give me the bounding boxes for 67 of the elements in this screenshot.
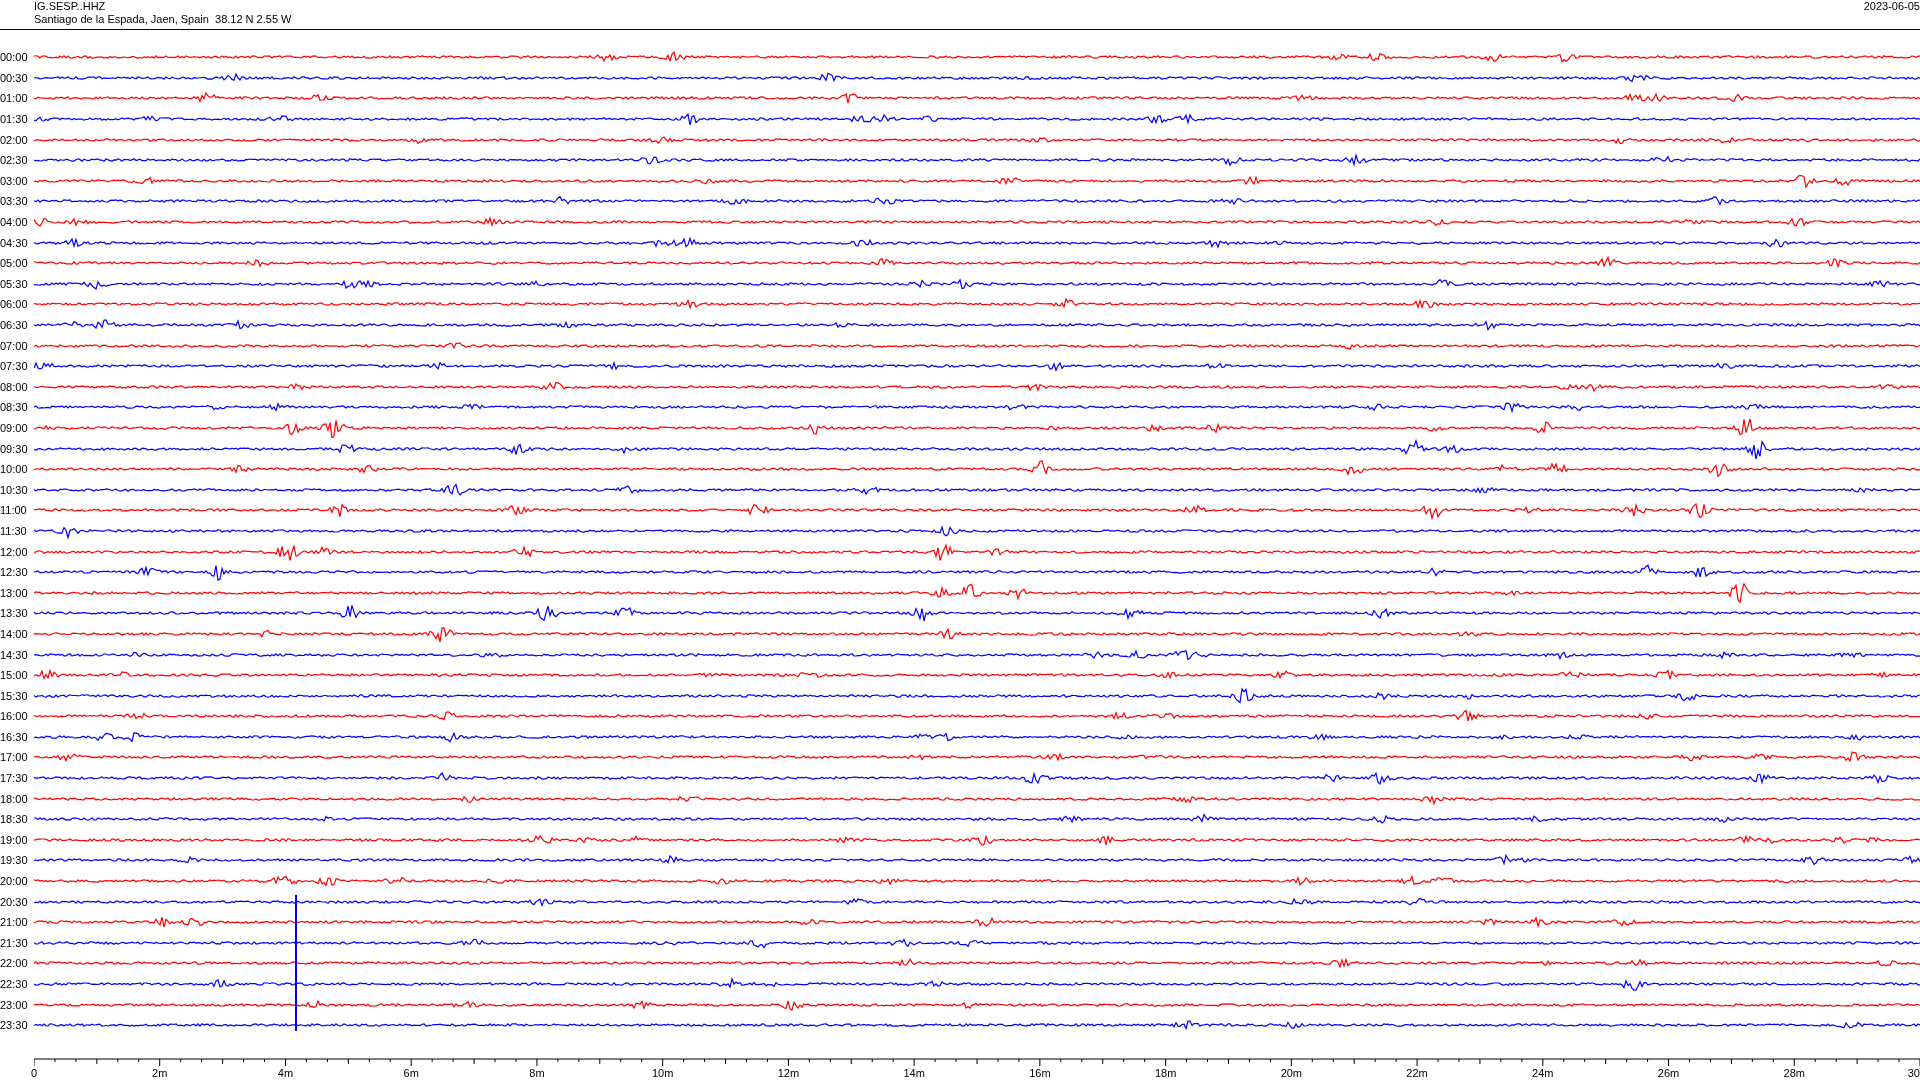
- time-label: 22:30: [0, 978, 29, 990]
- time-label: 15:00: [0, 669, 29, 682]
- time-label: 08:00: [0, 380, 29, 393]
- time-label: 02:00: [0, 133, 29, 146]
- time-label: 05:30: [0, 277, 29, 290]
- time-label: 19:30: [0, 854, 29, 867]
- time-label: 18:00: [0, 792, 29, 805]
- time-label: 01:00: [0, 92, 29, 105]
- time-label: 14:00: [0, 627, 29, 640]
- axis-label: 24m: [1532, 1066, 1554, 1079]
- time-label: 12:00: [0, 545, 29, 558]
- time-label: 00:30: [0, 71, 29, 84]
- time-label: 10:00: [0, 463, 29, 476]
- time-label: 15:30: [0, 689, 29, 702]
- axis-label: 18m: [1154, 1066, 1177, 1079]
- time-label: 09:30: [0, 442, 29, 455]
- time-label: 08:30: [0, 401, 29, 414]
- date-label: 2023-06-05: [1863, 0, 1920, 14]
- station-code: IG.SESP..HHZ: [34, 0, 107, 13]
- time-label: 06:30: [0, 319, 29, 331]
- axis-label: 10m: [651, 1066, 674, 1079]
- time-label: 16:30: [0, 730, 29, 743]
- axis-label: 12m: [777, 1066, 800, 1079]
- time-label: 03:00: [0, 174, 29, 187]
- axis-label: 0: [31, 1066, 38, 1079]
- time-label: 02:30: [0, 154, 29, 167]
- time-label: 13:00: [0, 586, 29, 599]
- time-label: 23:30: [0, 1019, 29, 1032]
- axis-label: 28m: [1783, 1066, 1805, 1079]
- station-location: Santiago de la Espada, Jaen, Spain 38.12 N 2.55 W: [34, 13, 292, 26]
- axis-label: 4m: [277, 1066, 294, 1079]
- time-label: 03:30: [0, 195, 29, 208]
- axis-label: 8m: [529, 1066, 545, 1079]
- time-label: 23:00: [0, 998, 29, 1011]
- time-label: 19:00: [0, 833, 29, 846]
- time-label: 00:00: [0, 51, 29, 64]
- time-label: 18:30: [0, 813, 29, 826]
- axis-label: 26m: [1657, 1066, 1680, 1079]
- time-label: 16:00: [0, 710, 29, 723]
- time-label: 11:30: [0, 524, 28, 537]
- time-label: 04:00: [0, 216, 29, 229]
- time-label: 06:00: [0, 298, 29, 311]
- time-label: 09:00: [0, 422, 29, 434]
- time-label: 05:00: [0, 257, 29, 270]
- axis-label: 14m: [903, 1066, 925, 1079]
- time-label: 20:30: [0, 895, 29, 908]
- time-label: 10:30: [0, 483, 29, 496]
- time-label: 21:00: [0, 916, 29, 929]
- time-label: 13:30: [0, 607, 29, 620]
- time-label: 11:00: [0, 504, 28, 517]
- time-label: 12:30: [0, 566, 29, 579]
- axis-label: 6m: [403, 1066, 419, 1079]
- axis-label: 16m: [1029, 1066, 1051, 1079]
- time-label: 20:00: [0, 875, 29, 888]
- time-label: 22:00: [0, 957, 29, 970]
- time-label: 14:30: [0, 648, 29, 661]
- time-label: 07:00: [0, 339, 29, 352]
- time-label: 07:30: [0, 360, 29, 373]
- time-label: 17:30: [0, 772, 29, 785]
- time-label: 01:30: [0, 113, 29, 126]
- axis-label: 22m: [1406, 1066, 1428, 1079]
- axis-label: 2m: [152, 1066, 168, 1079]
- time-label: 17:00: [0, 751, 29, 764]
- time-label: 21:30: [0, 936, 29, 949]
- time-label: 04:30: [0, 236, 29, 249]
- axis-label: 20m: [1280, 1066, 1303, 1079]
- axis-label: 30: [1907, 1066, 1920, 1079]
